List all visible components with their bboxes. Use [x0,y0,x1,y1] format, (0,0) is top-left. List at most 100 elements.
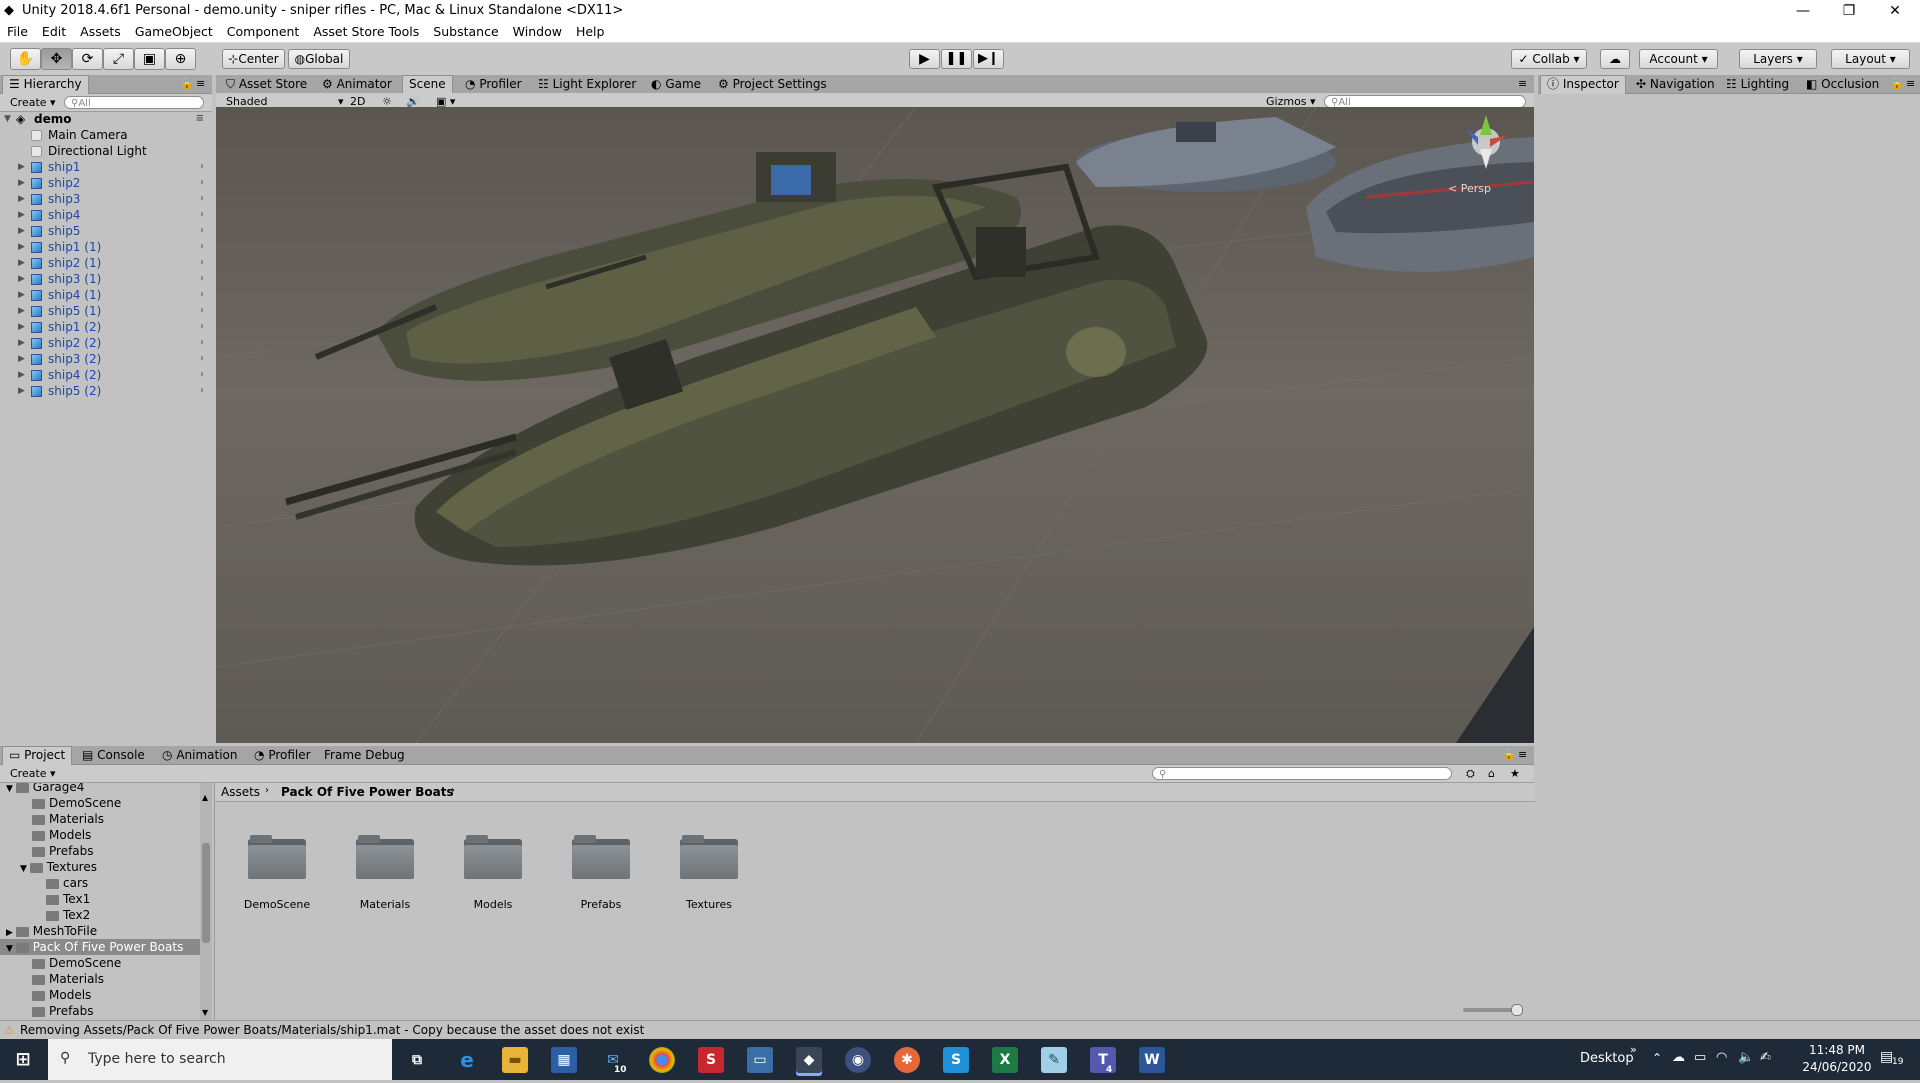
notepad-icon[interactable]: ✎ [1041,1047,1067,1073]
folder-tree-item[interactable]: Prefabs [0,1003,200,1019]
expand-arrow-icon[interactable]: ▶ [18,207,25,223]
folder-tree-item[interactable]: Models [0,987,200,1003]
play-button[interactable]: ▶ [909,49,940,69]
store-icon[interactable]: ▦ [551,1047,577,1073]
tree-scroll-thumb[interactable] [202,843,210,943]
hierarchy-search-input[interactable]: ⚲All [64,96,204,109]
icon-size-slider-thumb[interactable] [1511,1004,1523,1016]
tab-light-explorer[interactable]: ☷ Light Explorer [532,76,642,93]
menu-asset-store-tools[interactable]: Asset Store Tools [306,22,426,42]
layout-dropdown[interactable]: Layout ▾ [1831,49,1910,69]
expand-arrow-icon[interactable]: ▼ [4,111,11,127]
prefab-open-chevron-icon[interactable]: › [200,239,204,255]
folder-large-icon[interactable] [572,835,630,879]
panel-menu-icon[interactable]: ≡ [1518,747,1527,762]
menu-substance[interactable]: Substance [426,22,505,42]
tab-scene[interactable]: Scene [402,75,453,94]
tab-animation[interactable]: ◷ Animation [156,747,244,764]
lock-icon[interactable]: 🔒 [1890,76,1904,91]
file-explorer-icon[interactable]: ▬ [502,1047,528,1073]
pen-icon[interactable]: ✍ [1760,1050,1771,1065]
app-window-icon[interactable]: ▭ [747,1047,773,1073]
hierarchy-item[interactable]: ▶ ship2 (1) › [0,255,210,271]
folder-large-icon[interactable] [464,835,522,879]
tab-project[interactable]: ▭ Project [2,746,73,765]
hierarchy-item[interactable]: ▶ ship1 › [0,159,210,175]
colorful-app-icon[interactable]: ✱ [894,1047,920,1073]
menu-component[interactable]: Component [220,22,307,42]
prefab-open-chevron-icon[interactable]: › [200,303,204,319]
prefab-open-chevron-icon[interactable]: › [200,367,204,383]
transform-tool-icon[interactable]: ⊕ [165,48,196,70]
hierarchy-item[interactable]: ▶ ship5 › [0,223,210,239]
clock-date[interactable]: 24/06/2020 [1802,1060,1872,1074]
prefab-open-chevron-icon[interactable]: › [200,271,204,287]
hierarchy-item[interactable]: ▶ ship4 › [0,207,210,223]
expand-arrow-icon[interactable]: ▶ [18,255,25,271]
move-tool-icon[interactable]: ✥ [41,48,72,70]
folder-large-icon[interactable] [248,835,306,879]
tab-navigation[interactable]: ✣ Navigation [1630,76,1721,93]
volume-icon[interactable]: 🔈 [1738,1050,1754,1065]
project-create-button[interactable]: Create ▾ [10,766,56,781]
expand-arrow-icon[interactable]: ▶ [18,303,25,319]
expand-arrow-icon[interactable]: ▶ [18,239,25,255]
panel-menu-icon[interactable]: ≡ [196,76,205,91]
hierarchy-item[interactable]: Main Camera [0,127,210,143]
notification-icon[interactable]: ▤ 19 [1880,1049,1903,1067]
prefab-open-chevron-icon[interactable]: › [200,383,204,399]
camera-app-icon[interactable]: ◉ [845,1047,871,1073]
panel-menu-icon[interactable]: ≡ [1518,76,1527,91]
hierarchy-item[interactable]: ▶ ship4 (1) › [0,287,210,303]
tab-occlusion[interactable]: ◧ Occlusion [1800,76,1885,93]
skype-icon[interactable]: S [943,1047,969,1073]
expand-arrow-icon[interactable]: ▶ [18,367,25,383]
folder-tree-item[interactable]: ▶ MeshToFile [0,923,200,939]
rotate-tool-icon[interactable]: ⟳ [72,48,103,70]
hierarchy-item[interactable]: ▶ ship3 › [0,191,210,207]
favorite-star-icon[interactable]: ★ [1510,766,1520,781]
tab-game[interactable]: ◐ Game [645,76,707,93]
pause-button[interactable]: ❚❚ [941,49,972,69]
hierarchy-item[interactable]: ▶ ship1 (2) › [0,319,210,335]
persp-label[interactable]: < Persp [1448,182,1491,195]
folder-tree-item[interactable]: Tex2 [0,907,200,923]
tab-asset-store[interactable]: ⛉ Asset Store [220,76,313,93]
breadcrumb-current[interactable]: Pack Of Five Power Boats [281,785,454,799]
menu-window[interactable]: Window [506,22,569,42]
lock-icon[interactable]: 🔒 [1502,747,1516,762]
prefab-open-chevron-icon[interactable]: › [200,159,204,175]
cloud-button[interactable]: ☁ [1600,49,1630,69]
expand-arrow-icon[interactable]: ▶ [18,351,25,367]
hierarchy-item[interactable]: ▶ ship2 › [0,175,210,191]
unity-taskbar-icon[interactable]: ◆ [796,1047,822,1073]
collapsed-arrow-icon[interactable]: ▶ [6,928,16,938]
account-dropdown[interactable]: Account ▾ [1639,49,1718,69]
folder-tree-item[interactable]: ▼ Textures [0,859,200,875]
hierarchy-item[interactable]: ▶ ship2 (2) › [0,335,210,351]
tab-lighting[interactable]: ☷ Lighting [1720,76,1795,93]
hierarchy-create-button[interactable]: Create ▾ [10,95,56,110]
tab-profiler-bottom[interactable]: ◔ Profiler [248,747,317,764]
onedrive-icon[interactable]: ☁ [1672,1050,1685,1065]
mail-icon[interactable]: ✉ 10 [600,1047,626,1075]
expand-arrow-icon[interactable]: ▶ [18,175,25,191]
prefab-open-chevron-icon[interactable]: › [200,175,204,191]
substance-icon[interactable]: S [698,1047,724,1073]
word-icon[interactable]: W [1139,1047,1165,1073]
windows-start-icon[interactable]: ⊞ [10,1047,36,1073]
hierarchy-item[interactable]: ▶ ship4 (2) › [0,367,210,383]
hierarchy-item[interactable]: ▶ ship3 (1) › [0,271,210,287]
prefab-open-chevron-icon[interactable]: › [200,255,204,271]
menu-file[interactable]: File [0,22,35,42]
scale-tool-icon[interactable]: ⤢ [103,48,134,70]
space-global-button[interactable]: ◍Global [288,49,350,69]
folder-large-icon[interactable] [680,835,738,879]
edge-icon[interactable]: e [454,1047,480,1073]
pivot-center-button[interactable]: ⊹Center [222,49,285,69]
expand-arrow-icon[interactable]: ▶ [18,223,25,239]
battery-icon[interactable]: ▭ [1694,1050,1706,1065]
tab-console[interactable]: ▤ Console [76,747,151,764]
toolbar-expand-icon[interactable]: » [1630,1043,1637,1056]
tab-inspector[interactable]: ⓘ Inspector [1540,75,1626,94]
